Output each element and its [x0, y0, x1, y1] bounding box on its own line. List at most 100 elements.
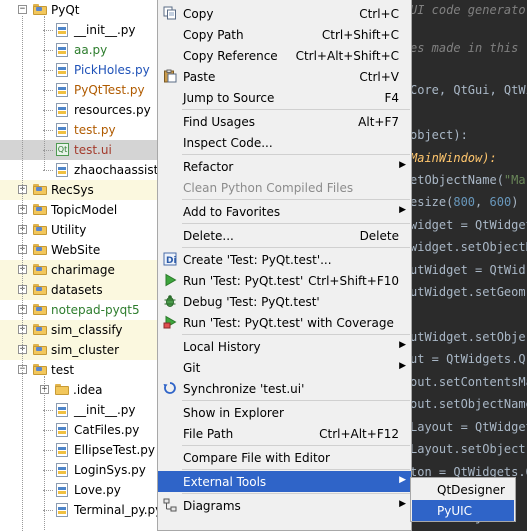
- folder-icon: [33, 184, 47, 195]
- tree-item-label: Terminal_py.py: [74, 503, 160, 517]
- tree-item[interactable]: __init__.py: [0, 20, 160, 40]
- python-file-icon: [56, 483, 68, 497]
- submenu-arrow-icon: ▶: [399, 340, 406, 350]
- tree-item-label: resources.py: [74, 103, 151, 117]
- python-file-icon: [56, 163, 68, 177]
- tree-item[interactable]: __init__.py: [0, 400, 160, 420]
- project-tree[interactable]: − PyQt __init__.py aa.py PickHoles.py PyQtTes…: [0, 0, 160, 531]
- tree-item[interactable]: + sim_cluster: [0, 340, 160, 360]
- tree-item[interactable]: + datasets: [0, 280, 160, 300]
- menu-item-file-path[interactable]: File Path Ctrl+Alt+F12: [158, 423, 411, 444]
- submenu-arrow-icon: ▶: [399, 160, 406, 170]
- menu-item-add-to-favorites[interactable]: Add to Favorites ▶: [158, 201, 411, 222]
- tree-item-label: PyQtTest.py: [74, 83, 145, 97]
- menu-item-run-test-pyqt-test[interactable]: Run 'Test: PyQt.test' Ctrl+Shift+F10: [158, 270, 411, 291]
- tree-item[interactable]: + notepad-pyqt5: [0, 300, 160, 320]
- menu-item-local-history[interactable]: Local History ▶: [158, 336, 411, 357]
- tree-item-label: LoginSys.py: [74, 463, 146, 477]
- menu-item-inspect-code[interactable]: Inspect Code...: [158, 132, 411, 153]
- submenu-item-qtdesigner[interactable]: QtDesigner: [412, 479, 514, 500]
- menu-item-compare-file-with-editor[interactable]: Compare File with Editor: [158, 447, 411, 468]
- tree-item-label: notepad-pyqt5: [51, 303, 140, 317]
- menu-item-external-tools[interactable]: External Tools ▶: [158, 471, 411, 492]
- tree-item-label: PickHoles.py: [74, 63, 150, 77]
- tree-item[interactable]: + charimage: [0, 260, 160, 280]
- menu-item-delete[interactable]: Delete... Delete: [158, 225, 411, 246]
- sync-icon: [163, 381, 177, 395]
- python-config-icon: Di: [163, 252, 177, 266]
- tree-item[interactable]: + .idea: [0, 380, 160, 400]
- menu-item-label: Jump to Source: [183, 91, 275, 105]
- menu-item-shortcut: Ctrl+Shift+F10: [308, 274, 399, 288]
- tree-item[interactable]: + WebSite: [0, 240, 160, 260]
- menu-item-git[interactable]: Git ▶: [158, 357, 411, 378]
- menu-item-jump-to-source[interactable]: Jump to Source F4: [158, 87, 411, 108]
- diagram-icon: [163, 498, 177, 512]
- tree-item[interactable]: LoginSys.py: [0, 460, 160, 480]
- code-line: esize(800, 600): [410, 195, 518, 209]
- code-token: out.setObjectName: [410, 397, 527, 411]
- tree-item[interactable]: PyQtTest.py: [0, 80, 160, 100]
- menu-item-label: Copy Path: [183, 28, 244, 42]
- folder-icon: [33, 244, 47, 255]
- python-file-icon: [56, 403, 68, 417]
- menu-item-create-test-pyqt-test[interactable]: Di Create 'Test: PyQt.test'...: [158, 249, 411, 270]
- submenu-item-pyuic[interactable]: PyUIC: [412, 500, 514, 521]
- code-line: Core, QtGui, QtWi: [410, 83, 527, 97]
- tree-item-label: Utility: [51, 223, 87, 237]
- menu-separator: [182, 493, 410, 494]
- menu-item-synchronize-test-ui[interactable]: Synchronize 'test.ui': [158, 378, 411, 399]
- tree-item[interactable]: Love.py: [0, 480, 160, 500]
- tree-item[interactable]: resources.py: [0, 100, 160, 120]
- menu-item-label: Run 'Test: PyQt.test': [183, 274, 304, 288]
- coverage-icon: [163, 315, 177, 329]
- menu-item-label: Add to Favorites: [183, 205, 281, 219]
- python-file-icon: [56, 83, 68, 97]
- tree-item[interactable]: zhaochaassistant: [0, 160, 160, 180]
- submenu-arrow-icon: ▶: [399, 361, 406, 371]
- submenu-arrow-icon: ▶: [399, 499, 406, 509]
- tree-item-label: test.ui: [74, 143, 112, 157]
- code-token: utWidget.setObje: [410, 330, 526, 344]
- tree-item[interactable]: + sim_classify: [0, 320, 160, 340]
- tree-item[interactable]: CatFiles.py: [0, 420, 160, 440]
- folder-icon: [33, 284, 47, 295]
- menu-item-label: Compare File with Editor: [183, 451, 330, 465]
- menu-item-find-usages[interactable]: Find Usages Alt+F7: [158, 111, 411, 132]
- code-token: "Ma: [503, 173, 526, 187]
- tree-item[interactable]: + TopicModel: [0, 200, 160, 220]
- tree-item[interactable]: test.py: [0, 120, 160, 140]
- tree-item[interactable]: + Utility: [0, 220, 160, 240]
- tree-item[interactable]: Qt test.ui: [0, 140, 160, 160]
- menu-item-label: Local History: [183, 340, 261, 354]
- tree-item[interactable]: − PyQt: [0, 0, 160, 20]
- tree-guide-line: [43, 170, 53, 171]
- menu-item-show-in-explorer[interactable]: Show in Explorer: [158, 402, 411, 423]
- python-file-icon: [56, 63, 68, 77]
- run-icon: [163, 273, 177, 287]
- collapse-toggle-icon[interactable]: −: [18, 5, 27, 14]
- code-token: 600: [489, 195, 512, 209]
- code-line: out.setObjectName: [410, 397, 527, 411]
- tree-item[interactable]: − test: [0, 360, 160, 380]
- menu-item-copy-path[interactable]: Copy Path Ctrl+Shift+C: [158, 24, 411, 45]
- menu-item-shortcut: Alt+F7: [358, 115, 399, 129]
- menu-item-debug-test-pyqt-test[interactable]: Debug 'Test: PyQt.test': [158, 291, 411, 312]
- menu-item-paste[interactable]: Paste Ctrl+V: [158, 66, 411, 87]
- menu-item-label: Copy: [183, 7, 214, 21]
- menu-item-diagrams[interactable]: Diagrams ▶: [158, 495, 411, 516]
- menu-item-label: File Path: [183, 427, 234, 441]
- code-editor[interactable]: UI code generato es made in this f Core, Q…: [405, 0, 527, 531]
- submenu-arrow-icon: ▶: [399, 205, 406, 215]
- menu-item-copy-reference[interactable]: Copy Reference Ctrl+Alt+Shift+C: [158, 45, 411, 66]
- tree-item[interactable]: aa.py: [0, 40, 160, 60]
- menu-item-copy[interactable]: Copy Ctrl+C: [158, 3, 411, 24]
- tree-item[interactable]: + RecSys: [0, 180, 160, 200]
- menu-item-shortcut: Ctrl+C: [359, 7, 399, 21]
- tree-item[interactable]: Terminal_py.py: [0, 500, 160, 520]
- tree-item[interactable]: PickHoles.py: [0, 60, 160, 80]
- menu-item-run-test-pyqt-test-with-coverage[interactable]: Run 'Test: PyQt.test' with Coverage: [158, 312, 411, 333]
- folder-icon: [33, 364, 47, 375]
- menu-item-refactor[interactable]: Refactor ▶: [158, 156, 411, 177]
- tree-item[interactable]: EllipseTest.py: [0, 440, 160, 460]
